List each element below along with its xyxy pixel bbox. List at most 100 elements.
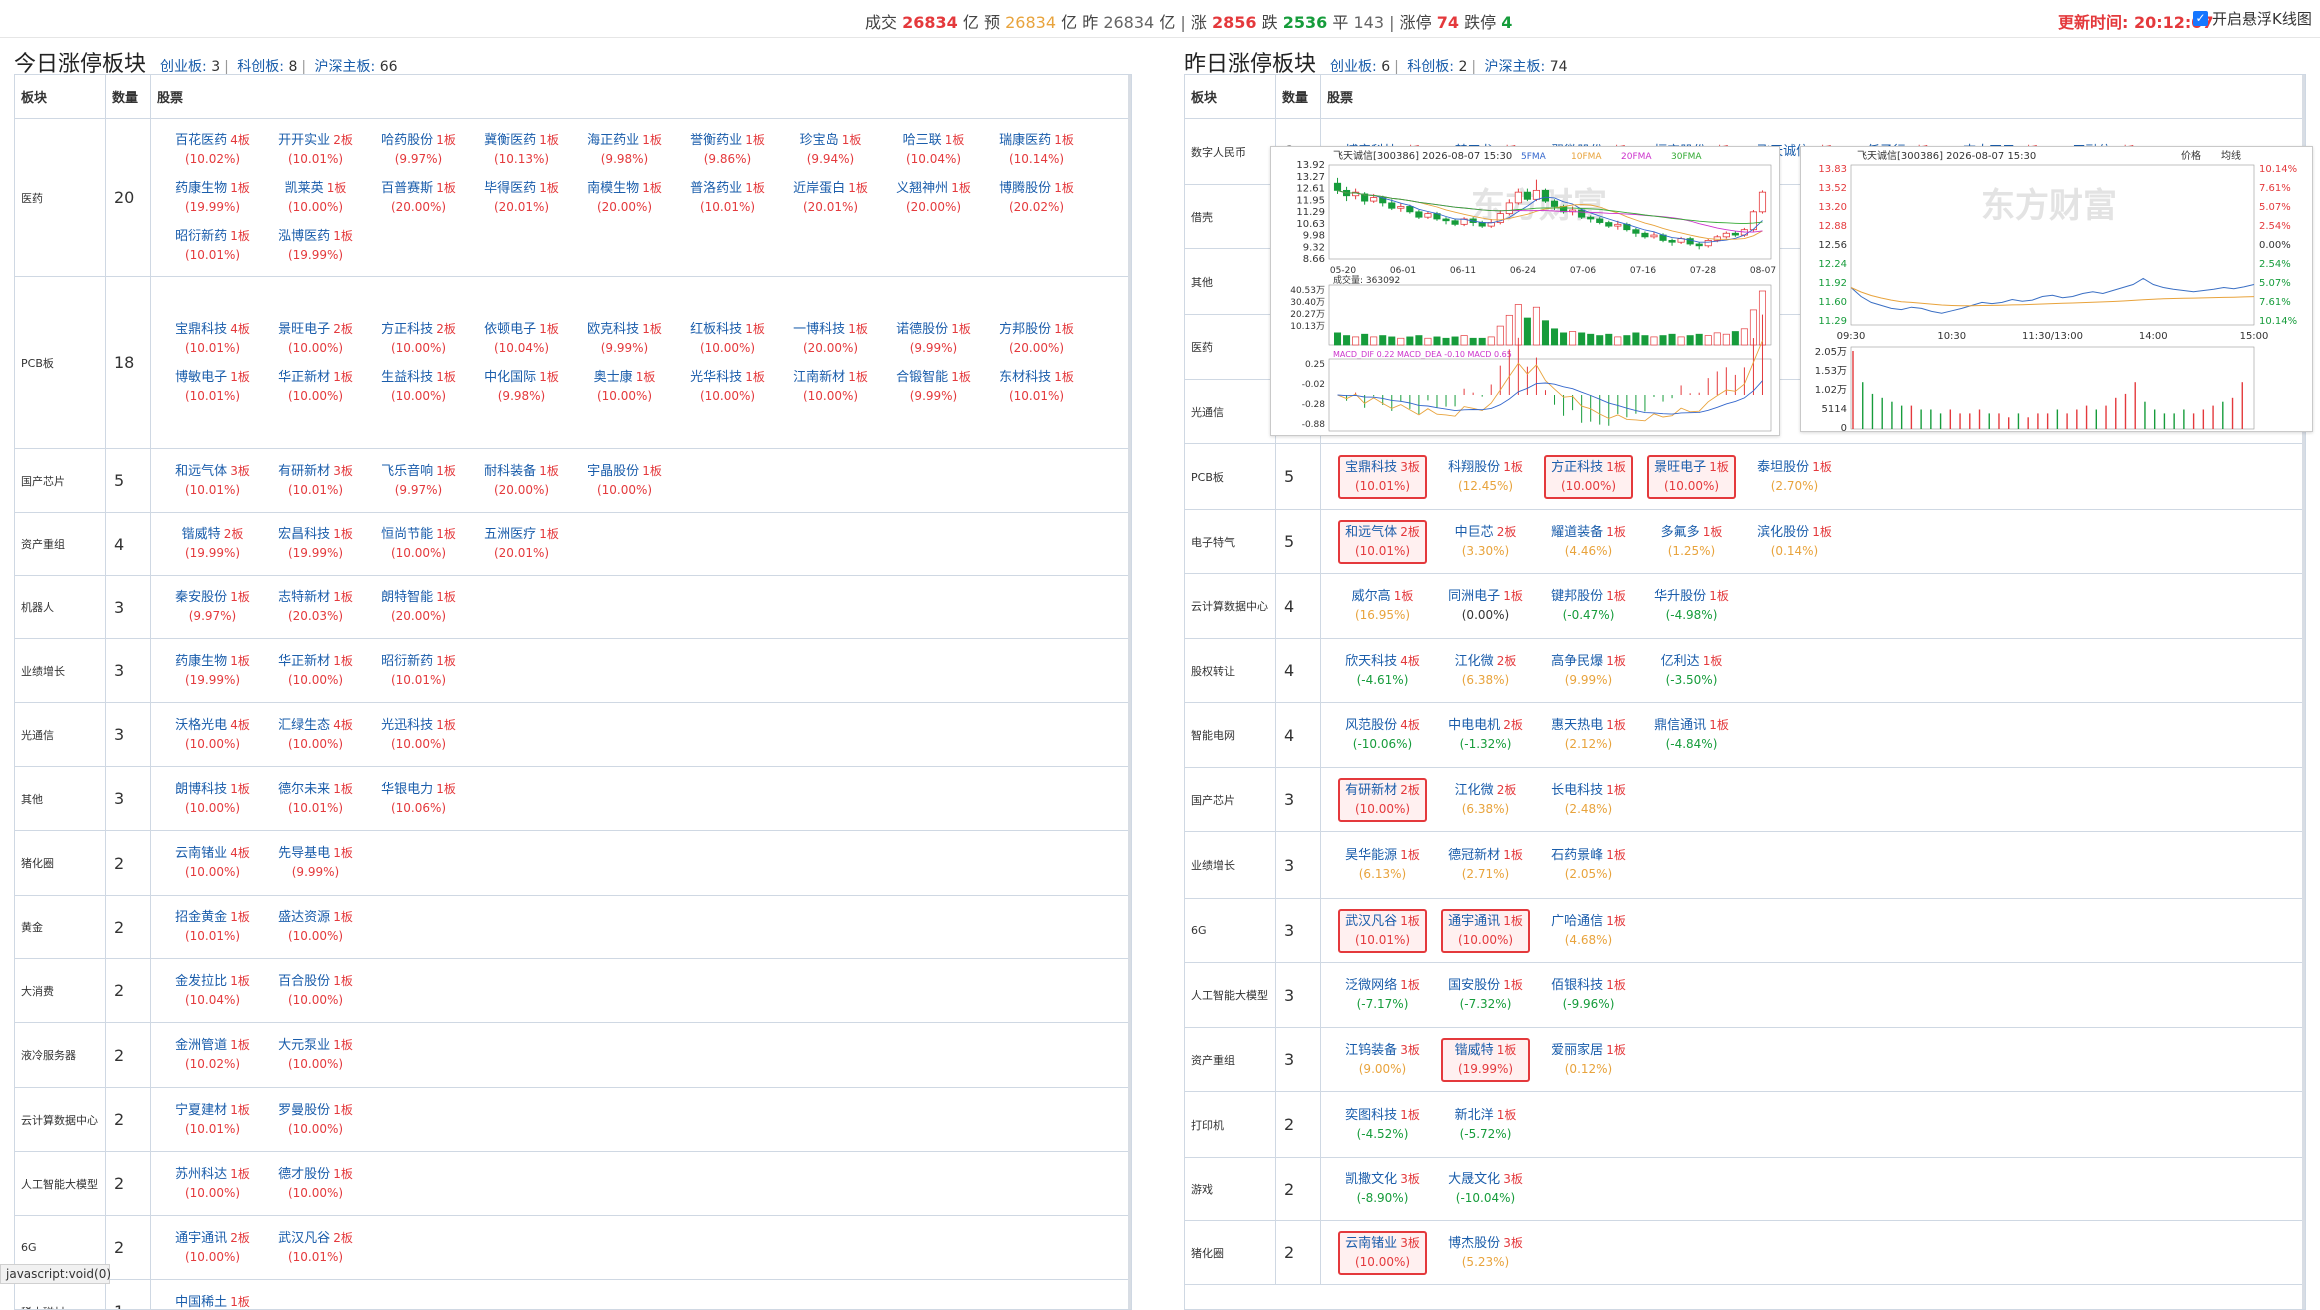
stock-name[interactable]: 普洛药业 (690, 181, 742, 196)
stock-item[interactable]: 武汉凡谷1板(10.01%) (1338, 909, 1427, 953)
stock-name[interactable]: 有研新材 (1345, 783, 1397, 798)
stock-item[interactable]: 海正药业1板(9.98%) (573, 126, 676, 174)
stock-item[interactable]: 凯撒文化3板(-8.90%) (1331, 1165, 1434, 1213)
stock-item[interactable]: 有研新材3板(10.01%) (264, 457, 367, 505)
stock-item[interactable]: 汇绿生态4板(10.00%) (264, 711, 367, 759)
stock-name[interactable]: 昭衍新药 (175, 229, 227, 244)
stock-item[interactable]: 誉衡药业1板(9.86%) (676, 126, 779, 174)
stock-name[interactable]: 耐科装备 (484, 464, 536, 479)
stock-name[interactable]: 多氟多 (1661, 525, 1700, 540)
stock-name[interactable]: 滨化股份 (1757, 525, 1809, 540)
stock-item[interactable]: 药康生物1板(19.99%) (161, 174, 264, 222)
stock-name[interactable]: 武汉凡谷 (1345, 914, 1397, 929)
stock-name[interactable]: 百合股份 (278, 974, 330, 989)
stock-name[interactable]: 朗博科技 (175, 782, 227, 797)
stock-name[interactable]: 恒尚节能 (381, 527, 433, 542)
stock-item[interactable]: 金洲管道1板(10.02%) (161, 1031, 264, 1079)
stock-item[interactable]: 盛达资源1板(10.00%) (264, 903, 367, 951)
stock-item[interactable]: 德才股份1板(10.00%) (264, 1160, 367, 1208)
stock-item[interactable]: 哈三联1板(10.04%) (882, 126, 985, 174)
stock-name[interactable]: 五洲医疗 (484, 527, 536, 542)
stock-item[interactable]: 罗曼股份1板(10.00%) (264, 1096, 367, 1144)
stock-name[interactable]: 键邦股份 (1551, 589, 1603, 604)
stock-name[interactable]: 中国稀土 (175, 1295, 227, 1310)
stock-name[interactable]: 博敏电子 (175, 370, 227, 385)
stock-name[interactable]: 东材科技 (999, 370, 1051, 385)
kline-popup[interactable]: 飞天诚信[300386] 2026-08-07 15:305FMA10FMA20… (1270, 146, 1780, 436)
stock-name[interactable]: 通宇通讯 (1448, 914, 1500, 929)
stock-item[interactable]: 一博科技1板(20.00%) (779, 315, 882, 363)
stock-name[interactable]: 耀道装备 (1551, 525, 1603, 540)
stock-name[interactable]: 沃格光电 (175, 718, 227, 733)
stock-name[interactable]: 生益科技 (381, 370, 433, 385)
stock-name[interactable]: 高争民爆 (1551, 654, 1603, 669)
stock-name[interactable]: 有研新材 (278, 464, 330, 479)
stock-item[interactable]: 珍宝岛1板(9.94%) (779, 126, 882, 174)
stock-item[interactable]: 普洛药业1板(10.01%) (676, 174, 779, 222)
stock-item[interactable]: 招金黄金1板(10.01%) (161, 903, 264, 951)
stock-name[interactable]: 瑞康医药 (999, 133, 1051, 148)
stock-name[interactable]: 珍宝岛 (800, 133, 839, 148)
stock-item[interactable]: 和远气体2板(10.01%) (1338, 520, 1427, 564)
stock-item[interactable]: 景旺电子2板(10.00%) (264, 315, 367, 363)
stock-item[interactable]: 合锻智能1板(9.99%) (882, 363, 985, 411)
stock-item[interactable]: 宁夏建材1板(10.01%) (161, 1096, 264, 1144)
stock-name[interactable]: 誉衡药业 (690, 133, 742, 148)
stock-item[interactable]: 百普赛斯1板(20.00%) (367, 174, 470, 222)
stock-name[interactable]: 和远气体 (1345, 525, 1397, 540)
stock-name[interactable]: 泛微网络 (1345, 978, 1397, 993)
stock-item[interactable]: 江南新材1板(10.00%) (779, 363, 882, 411)
stock-item[interactable]: 德尔未来1板(10.01%) (264, 775, 367, 823)
stock-item[interactable]: 欣天科技4板(-4.61%) (1331, 647, 1434, 695)
stock-name[interactable]: 德尔未来 (278, 782, 330, 797)
stock-name[interactable]: 苏州科达 (175, 1167, 227, 1182)
stock-name[interactable]: 锴威特 (1455, 1043, 1494, 1058)
stock-name[interactable]: 博杰股份 (1448, 1236, 1500, 1251)
stock-name[interactable]: 宇晶股份 (587, 464, 639, 479)
stock-item[interactable]: 开开实业2板(10.01%) (264, 126, 367, 174)
stock-item[interactable]: 国安股份1板(-7.32%) (1434, 971, 1537, 1019)
stock-item[interactable]: 长电科技1板(2.48%) (1537, 776, 1640, 824)
stock-name[interactable]: 招金黄金 (175, 910, 227, 925)
stock-item[interactable]: 先导基电1板(9.99%) (264, 839, 367, 887)
stock-name[interactable]: 志特新材 (278, 590, 330, 605)
stock-name[interactable]: 佰银科技 (1551, 978, 1603, 993)
stock-item[interactable]: 欧克科技1板(9.99%) (573, 315, 676, 363)
stock-item[interactable]: 朗博科技1板(10.00%) (161, 775, 264, 823)
stock-name[interactable]: 近岸蛋白 (793, 181, 845, 196)
stock-name[interactable]: 泓博医药 (278, 229, 330, 244)
stock-name[interactable]: 同洲电子 (1448, 589, 1500, 604)
stock-item[interactable]: 中国稀土1板(10.00%) (161, 1288, 264, 1310)
stock-name[interactable]: 科翔股份 (1448, 460, 1500, 475)
stock-item[interactable]: 大晟文化3板(-10.04%) (1434, 1165, 1537, 1213)
stock-name[interactable]: 华升股份 (1654, 589, 1706, 604)
stock-name[interactable]: 大元泵业 (278, 1038, 330, 1053)
stock-item[interactable]: 宝鼎科技3板(10.01%) (1338, 455, 1427, 499)
stock-name[interactable]: 一博科技 (793, 322, 845, 337)
stock-item[interactable]: 凯莱英1板(10.00%) (264, 174, 367, 222)
stock-item[interactable]: 生益科技1板(10.00%) (367, 363, 470, 411)
stock-item[interactable]: 宇晶股份1板(10.00%) (573, 457, 676, 505)
checkbox-checked-icon[interactable]: ✓ (2193, 11, 2208, 26)
stock-name[interactable]: 盛达资源 (278, 910, 330, 925)
stock-name[interactable]: 江化微 (1455, 654, 1494, 669)
stock-item[interactable]: 博杰股份3板(5.23%) (1434, 1229, 1537, 1277)
stock-name[interactable]: 景旺电子 (278, 322, 330, 337)
stock-item[interactable]: 高争民爆1板(9.99%) (1537, 647, 1640, 695)
stock-name[interactable]: 亿利达 (1661, 654, 1700, 669)
stock-name[interactable]: 依顿电子 (484, 322, 536, 337)
stock-item[interactable]: 五洲医疗1板(20.01%) (470, 520, 573, 568)
stock-name[interactable]: 中电电机 (1448, 718, 1500, 733)
stock-name[interactable]: 先导基电 (278, 846, 330, 861)
stock-name[interactable]: 合锻智能 (896, 370, 948, 385)
stock-name[interactable]: 光迅科技 (381, 718, 433, 733)
stock-item[interactable]: 广哈通信1板(4.68%) (1537, 907, 1640, 955)
stock-name[interactable]: 德才股份 (278, 1167, 330, 1182)
stock-item[interactable]: 沃格光电4板(10.00%) (161, 711, 264, 759)
stock-item[interactable]: 昭衍新药1板(10.01%) (367, 647, 470, 695)
stock-name[interactable]: 爱丽家居 (1551, 1043, 1603, 1058)
stock-item[interactable]: 奥士康1板(10.00%) (573, 363, 676, 411)
stock-name[interactable]: 国安股份 (1448, 978, 1500, 993)
floating-kline-toggle[interactable]: ✓ 开启悬浮K线图 (2193, 8, 2312, 29)
stock-name[interactable]: 光华科技 (690, 370, 742, 385)
